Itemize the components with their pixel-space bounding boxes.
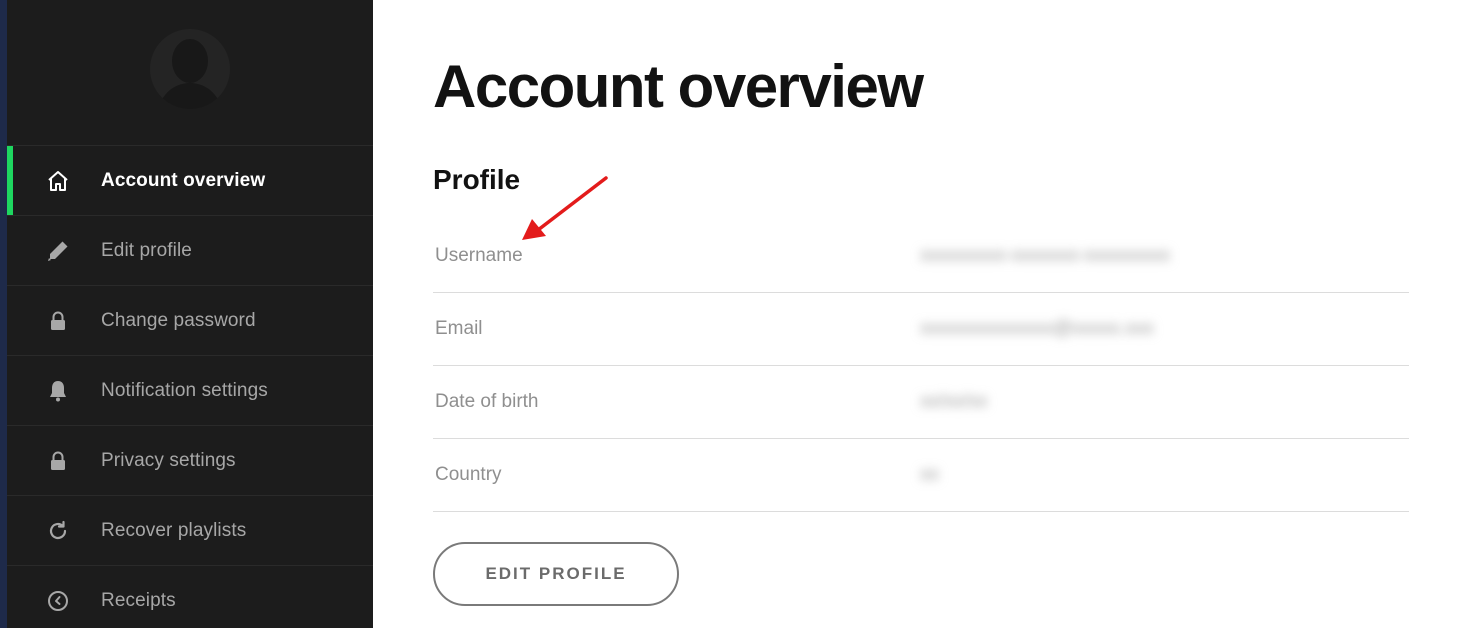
email-value: xxxxxxxxxxxxxx@xxxxx.xxx — [920, 318, 1154, 339]
main-content: Account overview Profile Username xxxxxx… — [373, 0, 1465, 628]
sidebar-item-notification-settings[interactable]: Notification settings — [7, 355, 373, 425]
edit-profile-button[interactable]: EDIT PROFILE — [433, 542, 679, 606]
country-value: xx — [920, 464, 939, 485]
lock-icon — [45, 448, 71, 474]
sidebar-item-receipts[interactable]: Receipts — [7, 565, 373, 628]
sidebar-item-label: Privacy settings — [101, 449, 236, 471]
profile-row-email: Email xxxxxxxxxxxxxx@xxxxx.xxx — [433, 293, 1409, 366]
home-icon — [45, 168, 71, 194]
sidebar-item-edit-profile[interactable]: Edit profile — [7, 215, 373, 285]
sidebar-item-account-overview[interactable]: Account overview — [7, 145, 373, 215]
sidebar-item-change-password[interactable]: Change password — [7, 285, 373, 355]
row-label: Date of birth — [435, 391, 539, 412]
username-value: xxxxxxxxx-xxxxxxx-xxxxxxxxx — [920, 245, 1171, 266]
sidebar-item-label: Receipts — [101, 589, 176, 611]
sidebar-item-label: Notification settings — [101, 379, 268, 401]
sidebar-item-label: Account overview — [101, 169, 266, 191]
page-title: Account overview — [433, 53, 924, 120]
sidebar-nav: Account overview Edit profile Change pas… — [7, 145, 373, 628]
refresh-icon — [45, 518, 71, 544]
window-edge — [0, 0, 7, 628]
row-label: Email — [435, 318, 483, 339]
avatar[interactable] — [150, 29, 230, 109]
clock-icon — [45, 588, 71, 614]
profile-row-username: Username xxxxxxxxx-xxxxxxx-xxxxxxxxx — [433, 220, 1409, 293]
sidebar-item-label: Recover playlists — [101, 519, 247, 541]
date-of-birth-value: xx/xx/xx — [920, 391, 988, 412]
sidebar-item-label: Change password — [101, 309, 256, 331]
lock-icon — [45, 308, 71, 334]
profile-heading: Profile — [433, 164, 521, 195]
bell-icon — [45, 378, 71, 404]
sidebar-item-label: Edit profile — [101, 239, 192, 261]
row-label: Username — [435, 245, 523, 266]
avatar-shoulders — [158, 83, 222, 109]
profile-row-country: Country xx — [433, 439, 1409, 512]
row-label: Country — [435, 464, 502, 485]
sidebar-item-recover-playlists[interactable]: Recover playlists — [7, 495, 373, 565]
pencil-icon — [45, 238, 71, 264]
profile-table: Username xxxxxxxxx-xxxxxxx-xxxxxxxxx Ema… — [433, 220, 1409, 512]
avatar-head — [172, 39, 208, 83]
profile-row-date-of-birth: Date of birth xx/xx/xx — [433, 366, 1409, 439]
sidebar: Account overview Edit profile Change pas… — [7, 0, 373, 628]
sidebar-item-privacy-settings[interactable]: Privacy settings — [7, 425, 373, 495]
